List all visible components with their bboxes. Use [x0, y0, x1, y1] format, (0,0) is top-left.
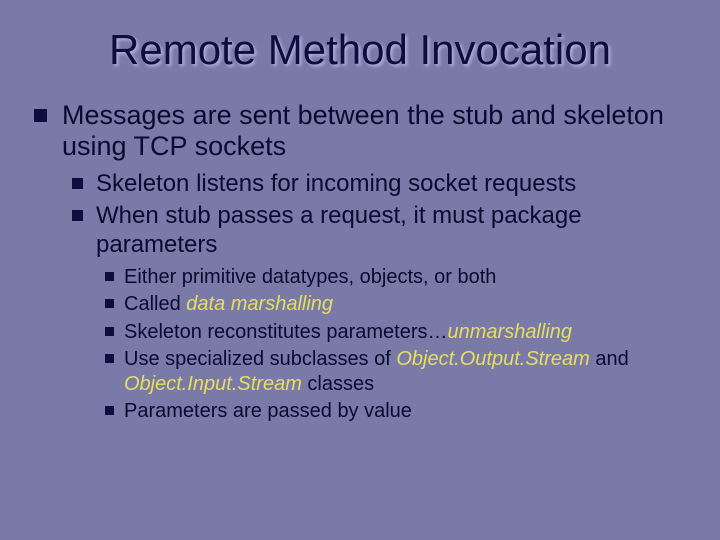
bullet-text: classes — [302, 373, 374, 395]
list-item: Use specialized subclasses of Object.Out… — [102, 347, 690, 396]
list-item: Parameters are passed by value — [102, 399, 690, 423]
bullet-text: When stub passes a request, it must pack… — [96, 202, 582, 257]
bullet-list-level3: Either primitive datatypes, objects, or … — [102, 265, 690, 423]
bullet-text: and — [590, 348, 629, 370]
bullet-text: Parameters are passed by value — [124, 400, 412, 422]
bullet-text: Skeleton reconstitutes parameters… — [124, 321, 448, 343]
emphasis-text: data marshalling — [186, 293, 333, 315]
slide-title: Remote Method Invocation — [30, 26, 690, 74]
slide: Remote Method Invocation Messages are se… — [0, 0, 720, 540]
bullet-text: Either primitive datatypes, objects, or … — [124, 266, 496, 288]
list-item: Skeleton reconstitutes parameters…unmars… — [102, 320, 690, 344]
bullet-text: Use specialized subclasses of — [124, 348, 396, 370]
list-item: When stub passes a request, it must pack… — [68, 202, 690, 423]
bullet-text: Called — [124, 293, 186, 315]
bullet-text: Messages are sent between the stub and s… — [62, 100, 664, 161]
bullet-list-level1: Messages are sent between the stub and s… — [30, 100, 690, 423]
list-item: Skeleton listens for incoming socket req… — [68, 170, 690, 198]
emphasis-text: Object.Output.Stream — [396, 348, 589, 370]
emphasis-text: Object.Input.Stream — [124, 373, 302, 395]
emphasis-text: unmarshalling — [448, 321, 573, 343]
list-item: Either primitive datatypes, objects, or … — [102, 265, 690, 289]
list-item: Messages are sent between the stub and s… — [30, 100, 690, 423]
bullet-text: Skeleton listens for incoming socket req… — [96, 170, 576, 197]
list-item: Called data marshalling — [102, 292, 690, 316]
bullet-list-level2: Skeleton listens for incoming socket req… — [68, 170, 690, 423]
